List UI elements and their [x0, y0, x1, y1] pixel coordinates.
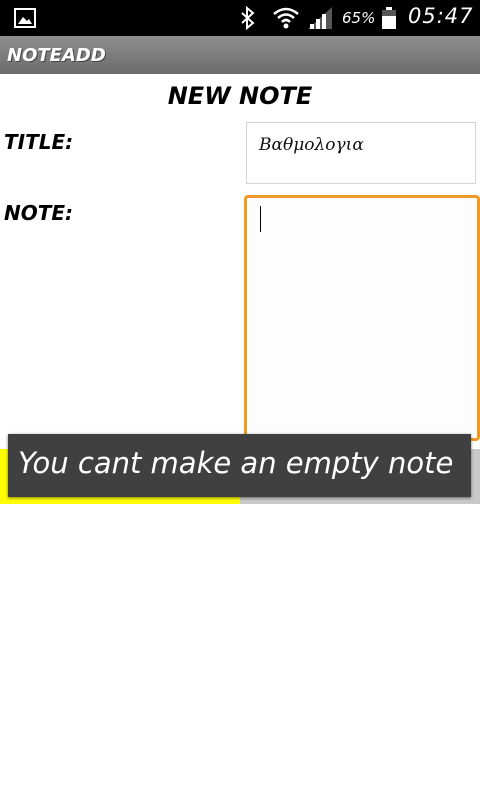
clock: 05:47 — [408, 4, 474, 28]
toast-message: You cant make an empty note — [18, 446, 454, 480]
app-title: NOTEADD — [7, 45, 106, 66]
status-bar: 65% 05:47 — [0, 0, 480, 36]
battery-percent: 65% — [342, 9, 376, 27]
wifi-icon — [272, 6, 300, 34]
title-input[interactable]: Βαθμολογια — [246, 122, 476, 184]
text-cursor — [260, 206, 261, 232]
note-label: NOTE: — [4, 201, 74, 225]
page-title: NEW NOTE — [167, 82, 313, 110]
title-label: TITLE: — [4, 130, 74, 154]
note-input[interactable] — [244, 195, 480, 441]
battery-icon — [382, 7, 396, 33]
bluetooth-icon — [240, 5, 256, 34]
gallery-icon — [14, 8, 36, 28]
toast: You cant make an empty note — [8, 434, 471, 497]
action-bar: NOTEADD — [0, 36, 480, 74]
signal-icon — [306, 6, 334, 34]
